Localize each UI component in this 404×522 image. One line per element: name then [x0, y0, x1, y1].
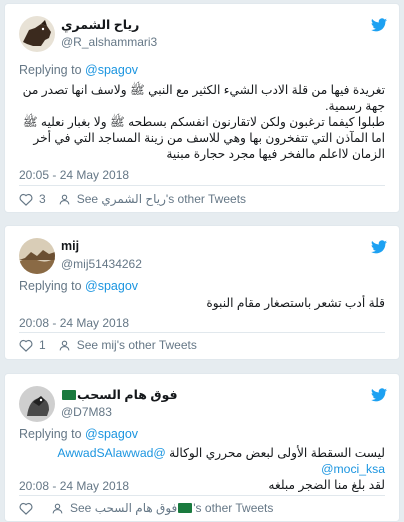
- reply-context: Replying to @spagov: [19, 427, 138, 441]
- see-suffix: 's other Tweets: [165, 192, 247, 206]
- avatar[interactable]: [19, 16, 55, 52]
- reply-context: Replying to @spagov: [19, 63, 138, 77]
- saudi-flag-icon: [178, 503, 193, 513]
- see-prefix: See: [76, 338, 99, 352]
- user-handle[interactable]: @D7M83: [61, 405, 112, 419]
- like-count: 3: [39, 192, 46, 206]
- like-heart-icon[interactable]: [19, 193, 33, 206]
- display-name[interactable]: mij: [61, 239, 79, 253]
- twitter-bird-icon[interactable]: [371, 18, 387, 32]
- tweet-timestamp[interactable]: 20:08 - 24 May 2018: [19, 479, 129, 493]
- tweet-actions: 1 See mij's other Tweets: [19, 338, 197, 352]
- see-prefix: See: [70, 501, 92, 515]
- tweet-text-line: تغريدة فيها من قلة الادب الشيء الكثير مع…: [22, 83, 385, 113]
- see-suffix: 's other Tweets: [116, 338, 197, 352]
- reply-prefix: Replying to: [19, 279, 82, 293]
- like-heart-icon[interactable]: [19, 339, 33, 352]
- tweet-text-line: ليست السقطة الأولى لبعض محرري الوكالة @A…: [15, 445, 385, 477]
- twitter-bird-icon[interactable]: [371, 388, 387, 402]
- tweet-card[interactable]: mij @mij51434262 Replying to @spagov قلة…: [4, 225, 400, 360]
- reply-mention-link[interactable]: @spagov: [85, 427, 138, 441]
- avatar[interactable]: [19, 238, 55, 274]
- reply-mention-link[interactable]: @spagov: [85, 279, 138, 293]
- see-name: فوق هام السحب: [94, 501, 178, 515]
- tweet-text-segment: ليست السقطة الأولى لبعض محرري الوكالة: [169, 446, 385, 460]
- tweet-text-line: اما المآذن التي تتفخرون بها وهي للاسف من…: [33, 131, 385, 161]
- like-count: 1: [39, 338, 46, 352]
- tweet-text-line: طبلوا كيفما ترغبون ولكن لاتقارنون انفسكم…: [22, 115, 385, 129]
- tweet-timestamp[interactable]: 20:08 - 24 May 2018: [19, 316, 129, 330]
- tweet-text: تغريدة فيها من قلة الادب الشيء الكثير مع…: [15, 82, 385, 162]
- see-other-tweets-link[interactable]: See mij's other Tweets: [77, 338, 197, 352]
- display-name[interactable]: رياح الشمري: [61, 17, 139, 32]
- saudi-flag-icon: [62, 390, 76, 400]
- display-name-text: فوق هام السحب: [77, 388, 178, 402]
- reply-prefix: Replying to: [19, 427, 82, 441]
- tweet-actions: 3 See رياح الشمري's other Tweets: [19, 192, 246, 206]
- twitter-bird-icon[interactable]: [371, 240, 387, 254]
- mention-link[interactable]: @moci_ksa: [321, 462, 385, 476]
- display-name[interactable]: فوق هام السحب: [61, 387, 178, 402]
- reply-prefix: Replying to: [19, 63, 82, 77]
- reply-mention-link[interactable]: @spagov: [85, 63, 138, 77]
- mention-link[interactable]: @AwwadSAlawwad: [57, 446, 165, 460]
- user-handle[interactable]: @R_alshammari3: [61, 35, 157, 49]
- reply-context: Replying to @spagov: [19, 279, 138, 293]
- see-suffix: 's other Tweets: [193, 501, 274, 515]
- see-other-tweets-link[interactable]: See فوق هام السحب 's other Tweets: [70, 501, 273, 515]
- tweet-text: قلة أدب تشعر باستصغار مقام النبوة: [15, 295, 385, 311]
- see-name: رياح الشمري: [101, 192, 166, 206]
- user-icon: [52, 503, 63, 513]
- divider: [19, 185, 385, 186]
- tweet-text-line: قلة أدب تشعر باستصغار مقام النبوة: [206, 296, 385, 310]
- see-prefix: See: [76, 192, 99, 206]
- see-name: mij: [101, 338, 117, 352]
- like-heart-icon[interactable]: [19, 502, 33, 515]
- tweet-card[interactable]: رياح الشمري @R_alshammari3 Replying to @…: [4, 3, 400, 213]
- avatar[interactable]: [19, 386, 55, 422]
- divider: [19, 332, 385, 333]
- tweet-card[interactable]: فوق هام السحب @D7M83 Replying to @spagov…: [4, 373, 400, 522]
- tweet-actions: See فوق هام السحب 's other Tweets: [19, 501, 273, 515]
- user-handle[interactable]: @mij51434262: [61, 257, 142, 271]
- see-other-tweets-link[interactable]: See رياح الشمري's other Tweets: [77, 192, 246, 206]
- tweet-timestamp[interactable]: 20:05 - 24 May 2018: [19, 168, 129, 182]
- user-icon: [59, 340, 70, 350]
- divider: [19, 495, 385, 496]
- user-icon: [59, 194, 70, 204]
